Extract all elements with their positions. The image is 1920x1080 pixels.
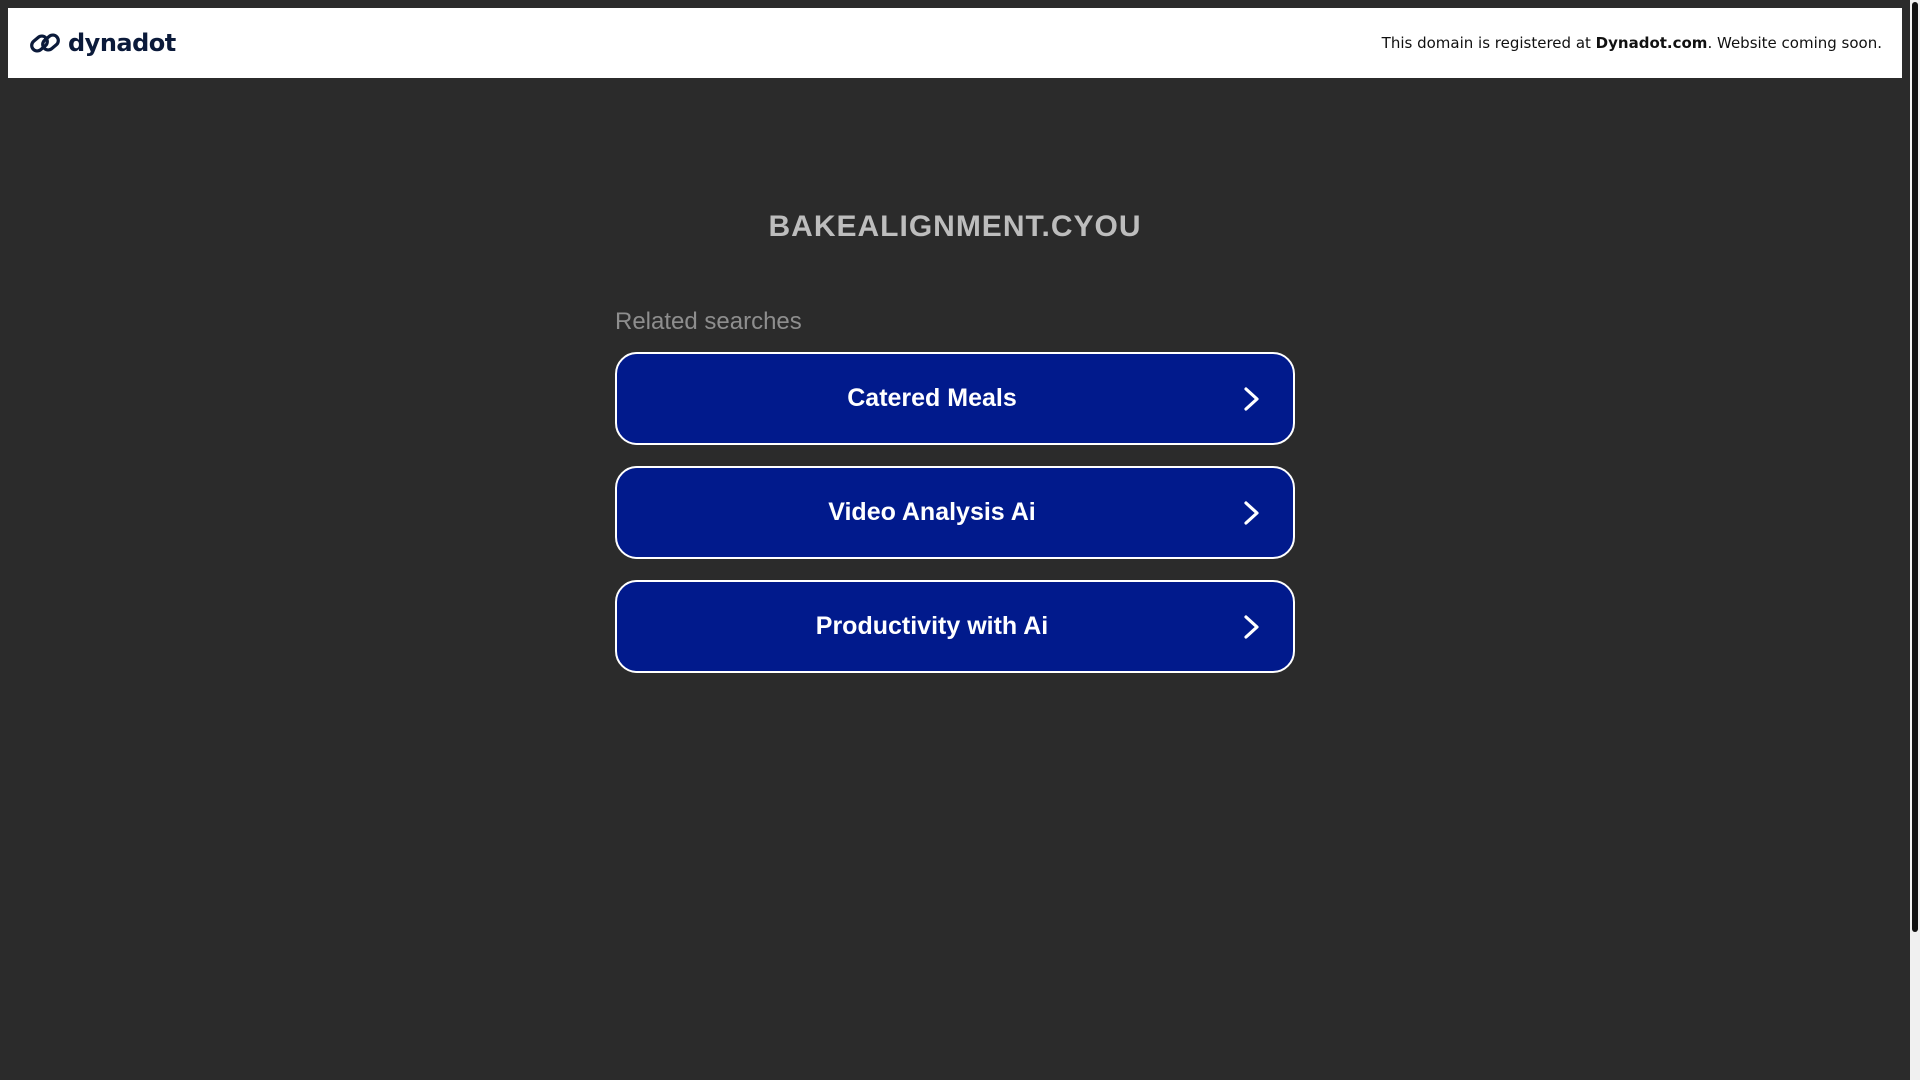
brand-name: dynadot (68, 29, 176, 57)
chevron-right-icon (1244, 614, 1259, 639)
parked-domain-page: dynadot This domain is registered at Dyn… (0, 0, 1920, 1080)
notice-prefix: This domain is registered at (1381, 34, 1596, 52)
brand-logo[interactable]: dynadot (28, 26, 176, 60)
result-label: Productivity with Ai (815, 612, 1049, 640)
related-searches-list: Catered Meals Video Analysis Ai Producti… (615, 352, 1295, 694)
result-label: Video Analysis Ai (828, 498, 1036, 526)
scrollbar-thumb[interactable] (1912, 2, 1918, 932)
domain-title: BAKEALIGNMENT.CYOU (768, 210, 1142, 243)
notice-suffix: . Website coming soon. (1707, 34, 1882, 52)
dynadot-logo-icon (30, 33, 60, 53)
registration-notice: This domain is registered at Dynadot.com… (1382, 34, 1882, 52)
result-button-productivity-with-ai[interactable]: Productivity with Ai (615, 580, 1295, 673)
result-button-catered-meals[interactable]: Catered Meals (615, 352, 1295, 445)
result-button-video-analysis-ai[interactable]: Video Analysis Ai (615, 466, 1295, 559)
chevron-right-icon (1244, 386, 1259, 411)
dynadot-link[interactable]: Dynadot.com (1596, 34, 1708, 52)
chevron-right-icon (1244, 500, 1259, 525)
related-searches-heading: Related searches (615, 308, 802, 335)
top-bar: dynadot This domain is registered at Dyn… (8, 8, 1902, 78)
vertical-scrollbar[interactable] (1910, 0, 1920, 1080)
result-label: Catered Meals (847, 384, 1017, 412)
